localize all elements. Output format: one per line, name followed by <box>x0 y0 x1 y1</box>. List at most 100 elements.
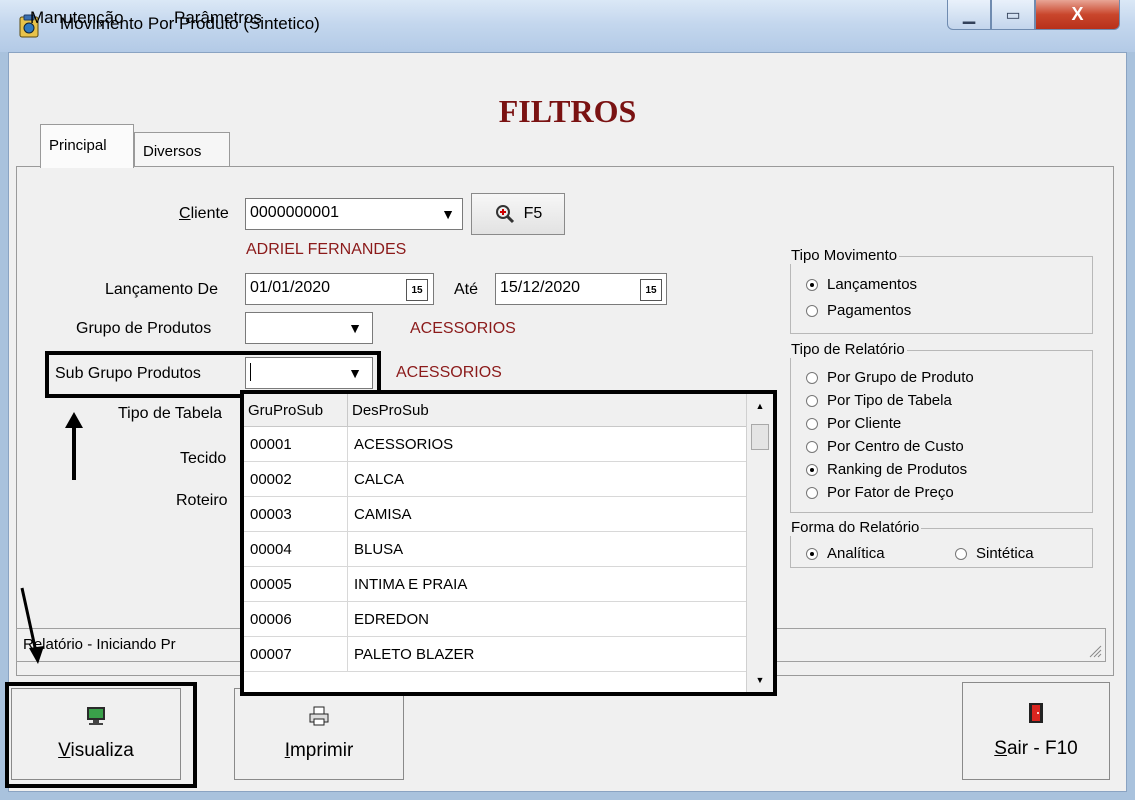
tab-principal[interactable]: Principal <box>40 124 134 168</box>
grupo-label: Grupo de Produtos <box>76 320 212 337</box>
tipo-movimento-title: Tipo Movimento <box>789 247 900 264</box>
radio-dot <box>806 304 818 317</box>
subgrupo-label: Sub Grupo Produtos <box>55 365 201 382</box>
radio-pagamentos-label: Pagamentos <box>827 302 912 319</box>
radio-label: Por Fator de Preço <box>827 484 954 501</box>
radio-label: Por Grupo de Produto <box>827 369 974 386</box>
table-row[interactable]: 00002 CALCA <box>244 462 750 497</box>
tab-diversos[interactable]: Diversos <box>134 132 230 166</box>
table-row[interactable]: 00003 CAMISA <box>244 497 750 532</box>
radio-dot <box>806 547 818 560</box>
radio-por-fator-preco[interactable]: Por Fator de Preço <box>806 484 954 501</box>
imprimir-button[interactable]: Imprimir <box>234 688 404 780</box>
menu-bar <box>9 53 1126 89</box>
menu-manutencao[interactable]: Manutenção <box>30 8 124 28</box>
radio-ranking-produtos[interactable]: Ranking de Produtos <box>806 461 967 478</box>
calendar-icon[interactable]: 15 <box>406 279 428 301</box>
tecido-label: Tecido <box>180 450 227 467</box>
scroll-thumb[interactable] <box>751 424 769 450</box>
radio-label: Por Centro de Custo <box>827 438 964 455</box>
radio-sintetica[interactable]: Sintética <box>955 545 1034 562</box>
table-row[interactable]: 00006 EDREDON <box>244 602 750 637</box>
roteiro-label: Roteiro <box>176 492 228 509</box>
annotation-down-arrow <box>20 587 44 664</box>
radio-dot <box>806 440 818 453</box>
cell-desc: INTIMA E PRAIA <box>348 567 750 601</box>
scroll-down-arrow[interactable]: ▼ <box>747 670 773 690</box>
minimize-button[interactable]: ▁ <box>947 0 991 30</box>
radio-analitica[interactable]: Analítica <box>806 545 885 562</box>
radio-dot <box>806 417 818 430</box>
search-cliente-button[interactable]: F5 <box>471 193 565 235</box>
cell-code: 00002 <box>244 462 348 496</box>
table-row[interactable]: 00005 INTIMA E PRAIA <box>244 567 750 602</box>
cell-desc: BLUSA <box>348 532 750 566</box>
radio-dot <box>806 486 818 499</box>
radio-label: Analítica <box>827 545 885 562</box>
annotation-up-arrow <box>65 412 83 480</box>
tipo-movimento-group <box>790 256 1093 334</box>
cell-code: 00001 <box>244 427 348 461</box>
cell-desc: EDREDON <box>348 602 750 636</box>
close-button[interactable]: X <box>1035 0 1120 30</box>
radio-dot <box>806 463 818 476</box>
visualiza-highlight-box <box>5 682 197 788</box>
cell-code: 00004 <box>244 532 348 566</box>
cell-code: 00006 <box>244 602 348 636</box>
radio-label: Sintética <box>976 545 1034 562</box>
sair-label: Sair - F10 <box>994 738 1078 759</box>
column-header-gruprosub[interactable]: GruProSub <box>244 394 348 426</box>
table-row[interactable]: 00001 ACESSORIOS <box>244 427 750 462</box>
cliente-name: ADRIEL FERNANDES <box>246 241 407 258</box>
sair-button[interactable]: Sair - F10 <box>962 682 1110 780</box>
maximize-button[interactable]: ▭ <box>991 0 1035 30</box>
radio-por-grupo[interactable]: Por Grupo de Produto <box>806 369 974 386</box>
lancamento-de-label: Lançamento De <box>105 281 218 298</box>
chevron-down-icon[interactable]: ▼ <box>340 359 370 387</box>
radio-label: Por Tipo de Tabela <box>827 392 952 409</box>
cell-desc: ACESSORIOS <box>348 427 750 461</box>
subgrupo-desc: ACESSORIOS <box>396 364 502 381</box>
chevron-down-icon[interactable]: ▼ <box>340 314 370 342</box>
cliente-combobox[interactable]: 0000000001 <box>245 198 463 230</box>
lancamento-de-value: 01/01/2020 <box>250 279 331 296</box>
cell-code: 00005 <box>244 567 348 601</box>
calendar-icon[interactable]: 15 <box>640 279 662 301</box>
table-row[interactable]: 00007 PALETO BLAZER <box>244 637 750 672</box>
text-caret <box>250 363 251 381</box>
menu-parametros[interactable]: Parâmetros <box>174 8 262 28</box>
radio-por-centro-custo[interactable]: Por Centro de Custo <box>806 438 964 455</box>
radio-dot <box>806 394 818 407</box>
column-header-desprosub[interactable]: DesProSub <box>348 394 750 426</box>
radio-label: Por Cliente <box>827 415 902 432</box>
table-row[interactable]: 00004 BLUSA <box>244 532 750 567</box>
tipo-tabela-label: Tipo de Tabela <box>118 405 223 422</box>
cell-desc: CAMISA <box>348 497 750 531</box>
grid-header: GruProSub DesProSub <box>244 394 750 427</box>
cell-code: 00003 <box>244 497 348 531</box>
printer-icon <box>309 706 329 726</box>
radio-dot <box>955 547 967 560</box>
door-icon <box>1029 703 1043 723</box>
scroll-up-arrow[interactable]: ▲ <box>747 396 773 416</box>
radio-por-cliente[interactable]: Por Cliente <box>806 415 901 432</box>
ate-label: Até <box>454 281 479 298</box>
grupo-desc: ACESSORIOS <box>410 320 516 337</box>
resize-grip-icon[interactable] <box>1088 644 1102 658</box>
ate-value: 15/12/2020 <box>500 279 581 296</box>
cliente-label: Cliente <box>179 205 229 222</box>
grid-body: 00001 ACESSORIOS 00002 CALCA 00003 CAMISA 0… <box>244 427 750 672</box>
radio-dot <box>806 371 818 384</box>
radio-lancamentos-label: Lançamentos <box>827 276 918 293</box>
radio-por-tipo-tabela[interactable]: Por Tipo de Tabela <box>806 392 952 409</box>
radio-label: Ranking de Produtos <box>827 461 968 478</box>
chevron-down-icon[interactable]: ▼ <box>436 200 460 228</box>
cliente-value: 0000000001 <box>250 204 339 221</box>
radio-lancamentos[interactable]: Lançamentos <box>806 276 917 293</box>
grid-scrollbar[interactable]: ▲ ▼ <box>746 394 773 692</box>
cell-code: 00007 <box>244 637 348 671</box>
radio-pagamentos[interactable]: Pagamentos <box>806 302 911 319</box>
forma-relatorio-title: Forma do Relatório <box>789 519 922 536</box>
cell-desc: PALETO BLAZER <box>348 637 750 671</box>
subgrupo-dropdown-grid[interactable]: GruProSub DesProSub 00001 ACESSORIOS 0000… <box>240 390 777 696</box>
